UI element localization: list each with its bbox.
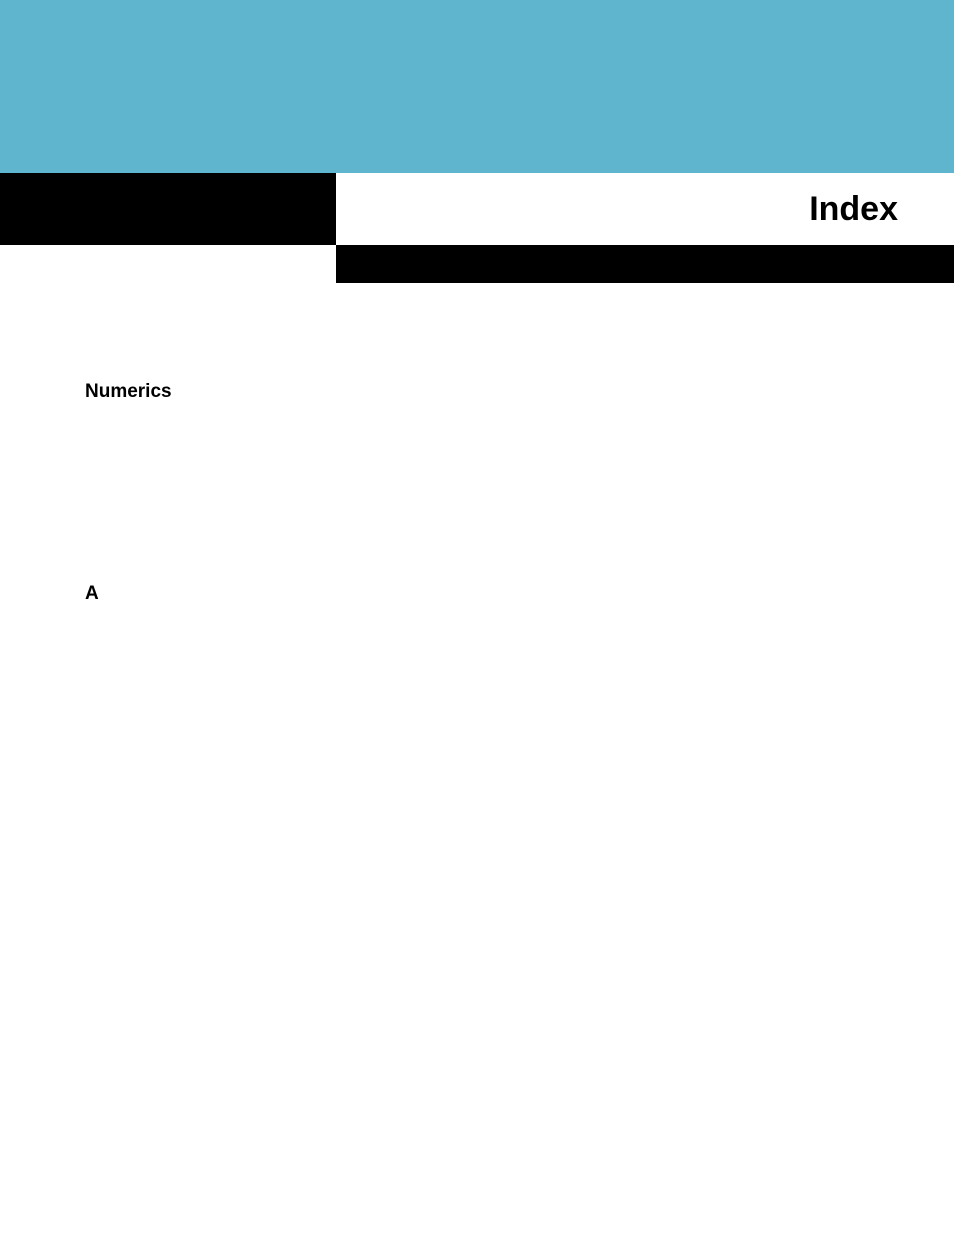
section-heading-a: A	[85, 583, 954, 605]
title-left-block	[0, 173, 336, 245]
top-banner	[0, 0, 954, 173]
underline-right	[336, 245, 954, 283]
section-spacer	[85, 403, 954, 583]
page-title: Index	[809, 190, 898, 229]
underline-left	[0, 245, 336, 283]
title-underline-row	[0, 245, 954, 283]
index-content: Numerics A	[0, 283, 954, 605]
title-right-block: Index	[336, 173, 954, 245]
section-heading-numerics: Numerics	[85, 381, 954, 403]
title-row: Index	[0, 173, 954, 245]
